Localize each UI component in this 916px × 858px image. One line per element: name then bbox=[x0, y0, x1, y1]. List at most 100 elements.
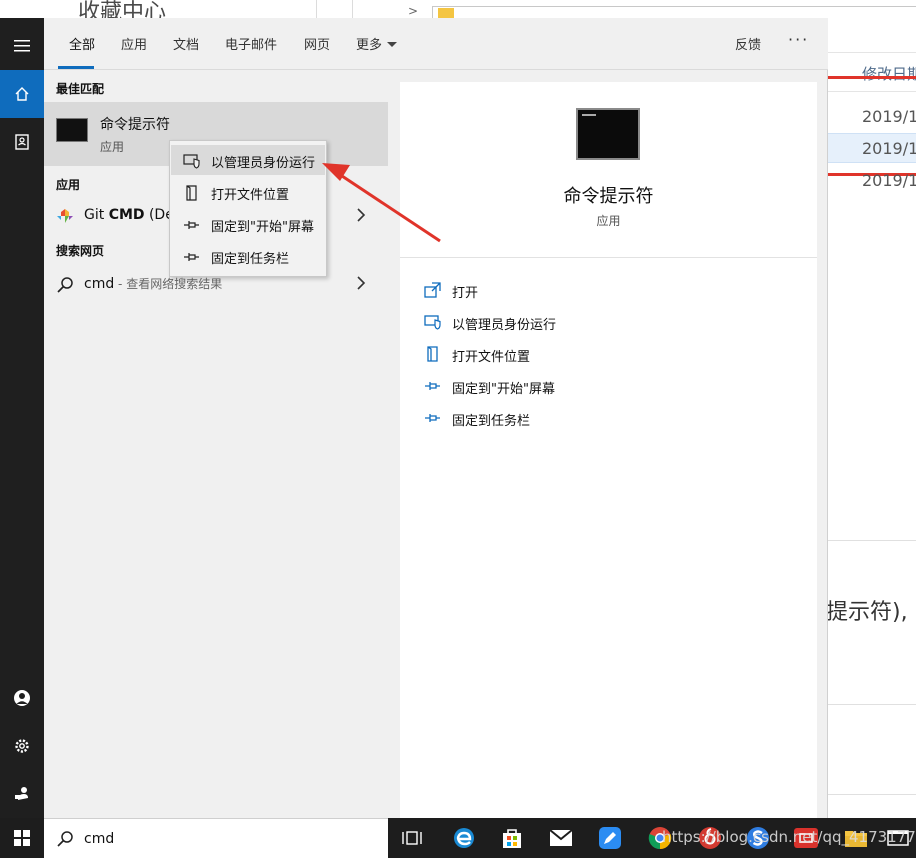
context-menu: 以管理员身份运行 打开文件位置 固定到"开始"屏幕 固定到任务栏 bbox=[169, 140, 327, 277]
pin-icon bbox=[425, 414, 440, 422]
watermark-url: https://blog.csdn.net/qq_41731778 bbox=[662, 828, 916, 846]
command-prompt-icon bbox=[56, 118, 88, 142]
task-view-button[interactable] bbox=[398, 824, 426, 852]
chevron-right-icon[interactable] bbox=[356, 276, 366, 290]
pin-icon bbox=[425, 382, 440, 390]
search-icon bbox=[57, 831, 73, 847]
address-bar[interactable] bbox=[432, 6, 916, 18]
taskbar-feishu-button[interactable] bbox=[596, 824, 624, 852]
search-query-text[interactable]: cmd bbox=[84, 831, 114, 847]
column-header-modified[interactable]: 修改日期 bbox=[828, 52, 916, 92]
app-result-name-prefix: Git bbox=[84, 207, 109, 223]
pin-icon bbox=[184, 221, 199, 229]
background-divider bbox=[316, 0, 317, 18]
search-filter-tabs: 全部 应用 文档 电子邮件 网页 更多 反馈 ··· bbox=[44, 18, 828, 70]
task-view-icon bbox=[402, 831, 422, 845]
section-title-web: 搜索网页 bbox=[56, 244, 105, 258]
taskbar: cmd https://blog.csdn.net/qq_41731778 bbox=[0, 818, 916, 858]
open-icon bbox=[424, 282, 441, 298]
context-menu-run-as-admin[interactable]: 以管理员身份运行 bbox=[171, 145, 325, 175]
settings-button[interactable] bbox=[0, 722, 44, 770]
command-prompt-icon bbox=[576, 108, 640, 160]
background-divider bbox=[828, 540, 916, 541]
tab-all[interactable]: 全部 bbox=[69, 34, 95, 53]
active-tab-indicator bbox=[58, 66, 94, 69]
git-icon bbox=[57, 209, 73, 223]
action-label: 固定到"开始"屏幕 bbox=[452, 382, 555, 397]
chevron-right-icon[interactable] bbox=[356, 208, 366, 222]
user-icon bbox=[14, 690, 30, 706]
pen-app-icon bbox=[599, 827, 621, 849]
store-bag-icon bbox=[503, 829, 521, 848]
folder-icon bbox=[438, 8, 454, 18]
action-label: 以管理员身份运行 bbox=[452, 318, 557, 333]
feedback-hub-button[interactable] bbox=[0, 770, 44, 818]
context-menu-pin-to-taskbar[interactable]: 固定到任务栏 bbox=[171, 241, 325, 271]
taskbar-search-box[interactable]: cmd bbox=[44, 818, 388, 858]
best-match-type: 应用 bbox=[100, 140, 125, 154]
app-result-label: Git CMD (De bbox=[84, 207, 174, 223]
app-result-name-match: CMD bbox=[108, 207, 145, 223]
more-options-button[interactable]: ··· bbox=[788, 30, 809, 49]
annotation-underline bbox=[828, 76, 916, 79]
hamburger-icon bbox=[14, 40, 30, 52]
context-menu-label: 固定到任务栏 bbox=[211, 252, 290, 267]
context-menu-open-file-location[interactable]: 打开文件位置 bbox=[171, 177, 325, 207]
result-detail-pane: 命令提示符 应用 打开 以管理员身份运行 打开文件位置 固定到"开始"屏幕 固定… bbox=[400, 82, 817, 818]
home-icon bbox=[15, 87, 29, 101]
tab-more[interactable]: 更多 bbox=[356, 34, 398, 53]
web-search-label: cmd - 查看网络搜索结果 bbox=[84, 275, 222, 292]
context-menu-pin-to-start[interactable]: 固定到"开始"屏幕 bbox=[171, 209, 325, 239]
detail-title: 命令提示符 bbox=[563, 186, 654, 207]
file-location-icon bbox=[186, 185, 197, 201]
background-divider bbox=[828, 704, 916, 705]
notebook-button[interactable] bbox=[0, 118, 44, 166]
shield-icon bbox=[424, 315, 441, 330]
start-search-panel: 全部 应用 文档 电子邮件 网页 更多 反馈 ··· 最佳匹配 命令提示符 应用… bbox=[44, 18, 828, 818]
home-button[interactable] bbox=[0, 70, 44, 118]
start-button[interactable] bbox=[0, 818, 44, 858]
tab-apps[interactable]: 应用 bbox=[121, 34, 147, 53]
gear-icon bbox=[15, 739, 29, 753]
best-match-name: 命令提示符 bbox=[100, 117, 170, 133]
feedback-button[interactable]: 反馈 bbox=[735, 34, 761, 53]
feedback-person-icon bbox=[15, 787, 28, 800]
account-button[interactable] bbox=[0, 674, 44, 722]
tab-documents[interactable]: 文档 bbox=[173, 34, 199, 53]
section-title-best-match: 最佳匹配 bbox=[56, 82, 105, 96]
file-row-date[interactable]: 2019/1 bbox=[828, 133, 916, 163]
notebook-icon bbox=[15, 134, 29, 150]
tab-email[interactable]: 电子邮件 bbox=[225, 34, 277, 53]
file-row-date[interactable]: 2019/1 bbox=[828, 102, 916, 132]
start-left-rail bbox=[0, 18, 44, 818]
pin-icon bbox=[184, 253, 199, 261]
taskbar-edge-button[interactable] bbox=[450, 824, 478, 852]
chevron-right-icon: > bbox=[408, 4, 419, 18]
detail-header: 命令提示符 应用 bbox=[400, 82, 817, 258]
search-icon bbox=[57, 277, 73, 293]
context-menu-label: 固定到"开始"屏幕 bbox=[211, 220, 314, 235]
mail-icon bbox=[549, 829, 573, 846]
web-search-query: cmd bbox=[84, 276, 115, 292]
shield-icon bbox=[183, 154, 200, 169]
hamburger-menu-button[interactable] bbox=[0, 22, 44, 70]
taskbar-mail-button[interactable] bbox=[547, 824, 575, 852]
tab-web[interactable]: 网页 bbox=[304, 34, 330, 53]
taskbar-store-button[interactable] bbox=[498, 824, 526, 852]
web-search-suffix: - 查看网络搜索结果 bbox=[114, 277, 223, 291]
file-location-icon bbox=[427, 346, 438, 362]
column-header-label: 修改日期 bbox=[862, 65, 916, 83]
tab-more-label: 更多 bbox=[356, 38, 383, 53]
file-row-date[interactable]: 2019/1 bbox=[828, 166, 916, 196]
background-paragraph: 提示符), bbox=[826, 600, 908, 625]
action-label: 打开 bbox=[452, 286, 479, 301]
windows-logo-icon bbox=[14, 830, 30, 846]
background-divider bbox=[828, 794, 916, 795]
action-label: 打开文件位置 bbox=[452, 350, 531, 365]
context-menu-label: 以管理员身份运行 bbox=[211, 156, 316, 171]
detail-subtitle: 应用 bbox=[596, 214, 621, 228]
context-menu-label: 打开文件位置 bbox=[211, 188, 290, 203]
section-title-apps: 应用 bbox=[56, 178, 81, 192]
edge-browser-icon bbox=[454, 828, 474, 848]
background-divider bbox=[352, 0, 353, 18]
